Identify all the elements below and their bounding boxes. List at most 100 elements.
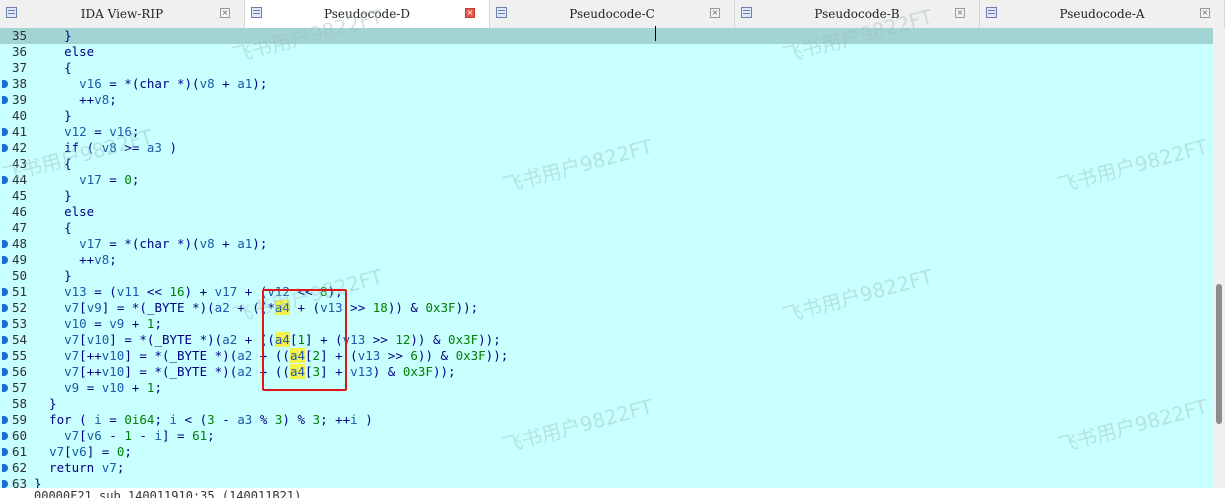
breakpoint-marker-icon[interactable] [2, 368, 8, 376]
close-icon[interactable]: × [710, 8, 720, 18]
code-line[interactable]: 56 v7[++v10] = *(_BYTE *)(a2 + ((a4[3] +… [0, 364, 1213, 380]
code-token: char [139, 76, 170, 91]
code-token: *)( [169, 76, 200, 91]
breakpoint-marker-icon[interactable] [2, 464, 8, 472]
line-number: 37 [12, 60, 28, 75]
code-line[interactable]: 37 { [0, 60, 1213, 76]
code-text: for ( i = 0i64; i < (3 - a3 % 3) % 3; ++… [34, 412, 373, 428]
code-token: v13 [350, 364, 373, 379]
breakpoint-marker-icon[interactable] [2, 384, 8, 392]
code-token: 0x3F [402, 364, 433, 379]
code-token: v17 [79, 236, 102, 251]
breakpoint-marker-icon[interactable] [2, 320, 8, 328]
code-line[interactable]: 51 v13 = (v11 << 16) + v17 + (v12 << 8); [0, 284, 1213, 300]
code-line[interactable]: 35 } [0, 28, 1213, 44]
code-line[interactable]: 49 ++v8; [0, 252, 1213, 268]
code-token: v7 [49, 444, 65, 459]
code-text: v7[v6 - 1 - i] = 61; [34, 428, 215, 444]
vertical-scrollbar[interactable] [1213, 28, 1225, 488]
breakpoint-marker-icon[interactable] [2, 304, 8, 312]
code-token: i [169, 412, 178, 427]
code-token: ) [161, 140, 178, 155]
breakpoint-marker-icon[interactable] [2, 256, 8, 264]
code-line[interactable]: 48 v17 = *(char *)(v8 + a1); [0, 236, 1213, 252]
code-line[interactable]: 57 v9 = v10 + 1; [0, 380, 1213, 396]
code-line[interactable]: 53 v10 = v9 + 1; [0, 316, 1213, 332]
code-token: 6 [410, 348, 418, 363]
code-token: v8 [94, 252, 110, 267]
tab-pseudocode-a[interactable]: Pseudocode-A × [980, 0, 1225, 28]
code-token: ; ++ [320, 412, 351, 427]
code-token: + [214, 236, 238, 251]
close-icon[interactable]: × [465, 8, 475, 18]
line-number: 38 [12, 76, 28, 91]
breakpoint-marker-icon[interactable] [2, 96, 8, 104]
code-line[interactable]: 55 v7[++v10] = *(_BYTE *)(a2 + ((a4[2] +… [0, 348, 1213, 364]
tab-ida-view-rip[interactable]: IDA View-RIP × [0, 0, 245, 28]
code-token: else [34, 204, 95, 219]
code-text: } [34, 268, 72, 284]
code-token: a2 [237, 348, 253, 363]
code-text: v17 = *(char *)(v8 + a1); [34, 236, 267, 252]
code-text: v10 = v9 + 1; [34, 316, 162, 332]
code-line[interactable]: 39 ++v8; [0, 92, 1213, 108]
code-text: return v7; [34, 460, 124, 476]
code-line[interactable]: 54 v7[v10] = *(_BYTE *)(a2 + ((a4[1] + (… [0, 332, 1213, 348]
code-line[interactable]: 38 v16 = *(char *)(v8 + a1); [0, 76, 1213, 92]
code-line[interactable]: 61 v7[v6] = 0; [0, 444, 1213, 460]
code-token: v8 [199, 236, 215, 251]
breakpoint-marker-icon[interactable] [2, 144, 8, 152]
breakpoint-marker-icon[interactable] [2, 240, 8, 248]
breakpoint-marker-icon[interactable] [2, 416, 8, 424]
close-icon[interactable]: × [1200, 8, 1210, 18]
code-token: _BYTE [146, 300, 185, 315]
code-token: v17 [79, 172, 102, 187]
breakpoint-marker-icon[interactable] [2, 448, 8, 456]
code-token: a1 [237, 76, 253, 91]
line-number: 58 [12, 396, 28, 411]
code-line[interactable]: 52 v7[v9] = *(_BYTE *)(a2 + ((*a4 + (v13… [0, 300, 1213, 316]
breakpoint-marker-icon[interactable] [2, 80, 8, 88]
code-token: 0i64 [124, 412, 155, 427]
breakpoint-marker-icon[interactable] [2, 352, 8, 360]
code-token: )); [455, 300, 479, 315]
code-line[interactable]: 47 { [0, 220, 1213, 236]
scrollbar-thumb[interactable] [1216, 284, 1222, 424]
code-line[interactable]: 63} [0, 476, 1213, 488]
code-token: for [34, 412, 72, 427]
code-line[interactable]: 46 else [0, 204, 1213, 220]
code-line[interactable]: 36 else [0, 44, 1213, 60]
line-number: 49 [12, 252, 28, 267]
breakpoint-marker-icon[interactable] [2, 480, 8, 488]
code-text: } [34, 28, 72, 44]
code-token: = [101, 412, 125, 427]
code-token: ; [154, 380, 162, 395]
code-token: = [79, 380, 102, 395]
line-number: 54 [12, 332, 28, 347]
tab-pseudocode-c[interactable]: Pseudocode-C × [490, 0, 735, 28]
code-line[interactable]: 40 } [0, 108, 1213, 124]
breakpoint-marker-icon[interactable] [2, 432, 8, 440]
code-line[interactable]: 62 return v7; [0, 460, 1213, 476]
line-number: 53 [12, 316, 28, 331]
code-token: = *( [101, 76, 140, 91]
code-token: )) & [387, 300, 426, 315]
code-line[interactable]: 44 v17 = 0; [0, 172, 1213, 188]
breakpoint-marker-icon[interactable] [2, 128, 8, 136]
code-line[interactable]: 41 v12 = v16; [0, 124, 1213, 140]
code-text: v7[v6] = 0; [34, 444, 132, 460]
code-text: else [34, 44, 94, 60]
code-line[interactable]: 50 } [0, 268, 1213, 284]
code-token: 3 [207, 412, 215, 427]
close-icon[interactable]: × [220, 8, 230, 18]
code-token: % [252, 412, 275, 427]
breakpoint-marker-icon[interactable] [2, 288, 8, 296]
breakpoint-marker-icon[interactable] [2, 336, 8, 344]
line-number: 50 [12, 268, 28, 283]
code-token: i [154, 428, 162, 443]
close-icon[interactable]: × [955, 8, 965, 18]
code-line[interactable]: 45 } [0, 188, 1213, 204]
